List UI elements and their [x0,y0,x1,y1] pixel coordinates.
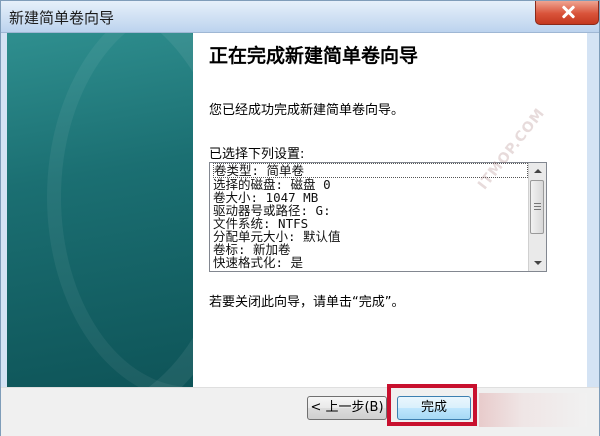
success-message: 您已经成功完成新建简单卷向导。 [209,103,405,118]
scroll-up-button[interactable] [529,163,546,179]
page-title: 正在完成新建简单卷向导 [209,45,419,67]
window-title: 新建简单卷向导 [9,9,115,27]
title-bar[interactable]: 新建简单卷向导 [1,1,599,33]
arrow-down-icon [534,261,542,265]
grip-line [534,209,541,210]
settings-label: 已选择下列设置: [209,147,305,162]
banner-decoration [7,33,193,387]
back-button[interactable]: < 上一步(B) [307,396,387,420]
blurred-region [479,393,587,427]
wizard-content: 正在完成新建简单卷向导 您已经成功完成新建简单卷向导。 已选择下列设置: 卷类型… [193,33,587,387]
settings-scrollbar[interactable] [528,163,546,271]
wizard-window: 新建简单卷向导 正在完成新建简单卷向导 您已经成功完成新建简单卷向导。 已选择下… [0,0,600,436]
scroll-down-button[interactable] [529,255,546,271]
wizard-side-banner [7,33,193,387]
settings-line: 快速格式化: 是 [213,255,304,270]
grip-line [534,203,541,204]
scroll-thumb[interactable] [530,180,544,234]
close-instruction: 若要关闭此向导，请单击“完成”。 [209,295,405,310]
close-icon [560,4,576,20]
grip-line [534,206,541,207]
finish-highlight-box [387,384,477,426]
arrow-up-icon [534,169,542,173]
close-button[interactable] [535,1,599,25]
